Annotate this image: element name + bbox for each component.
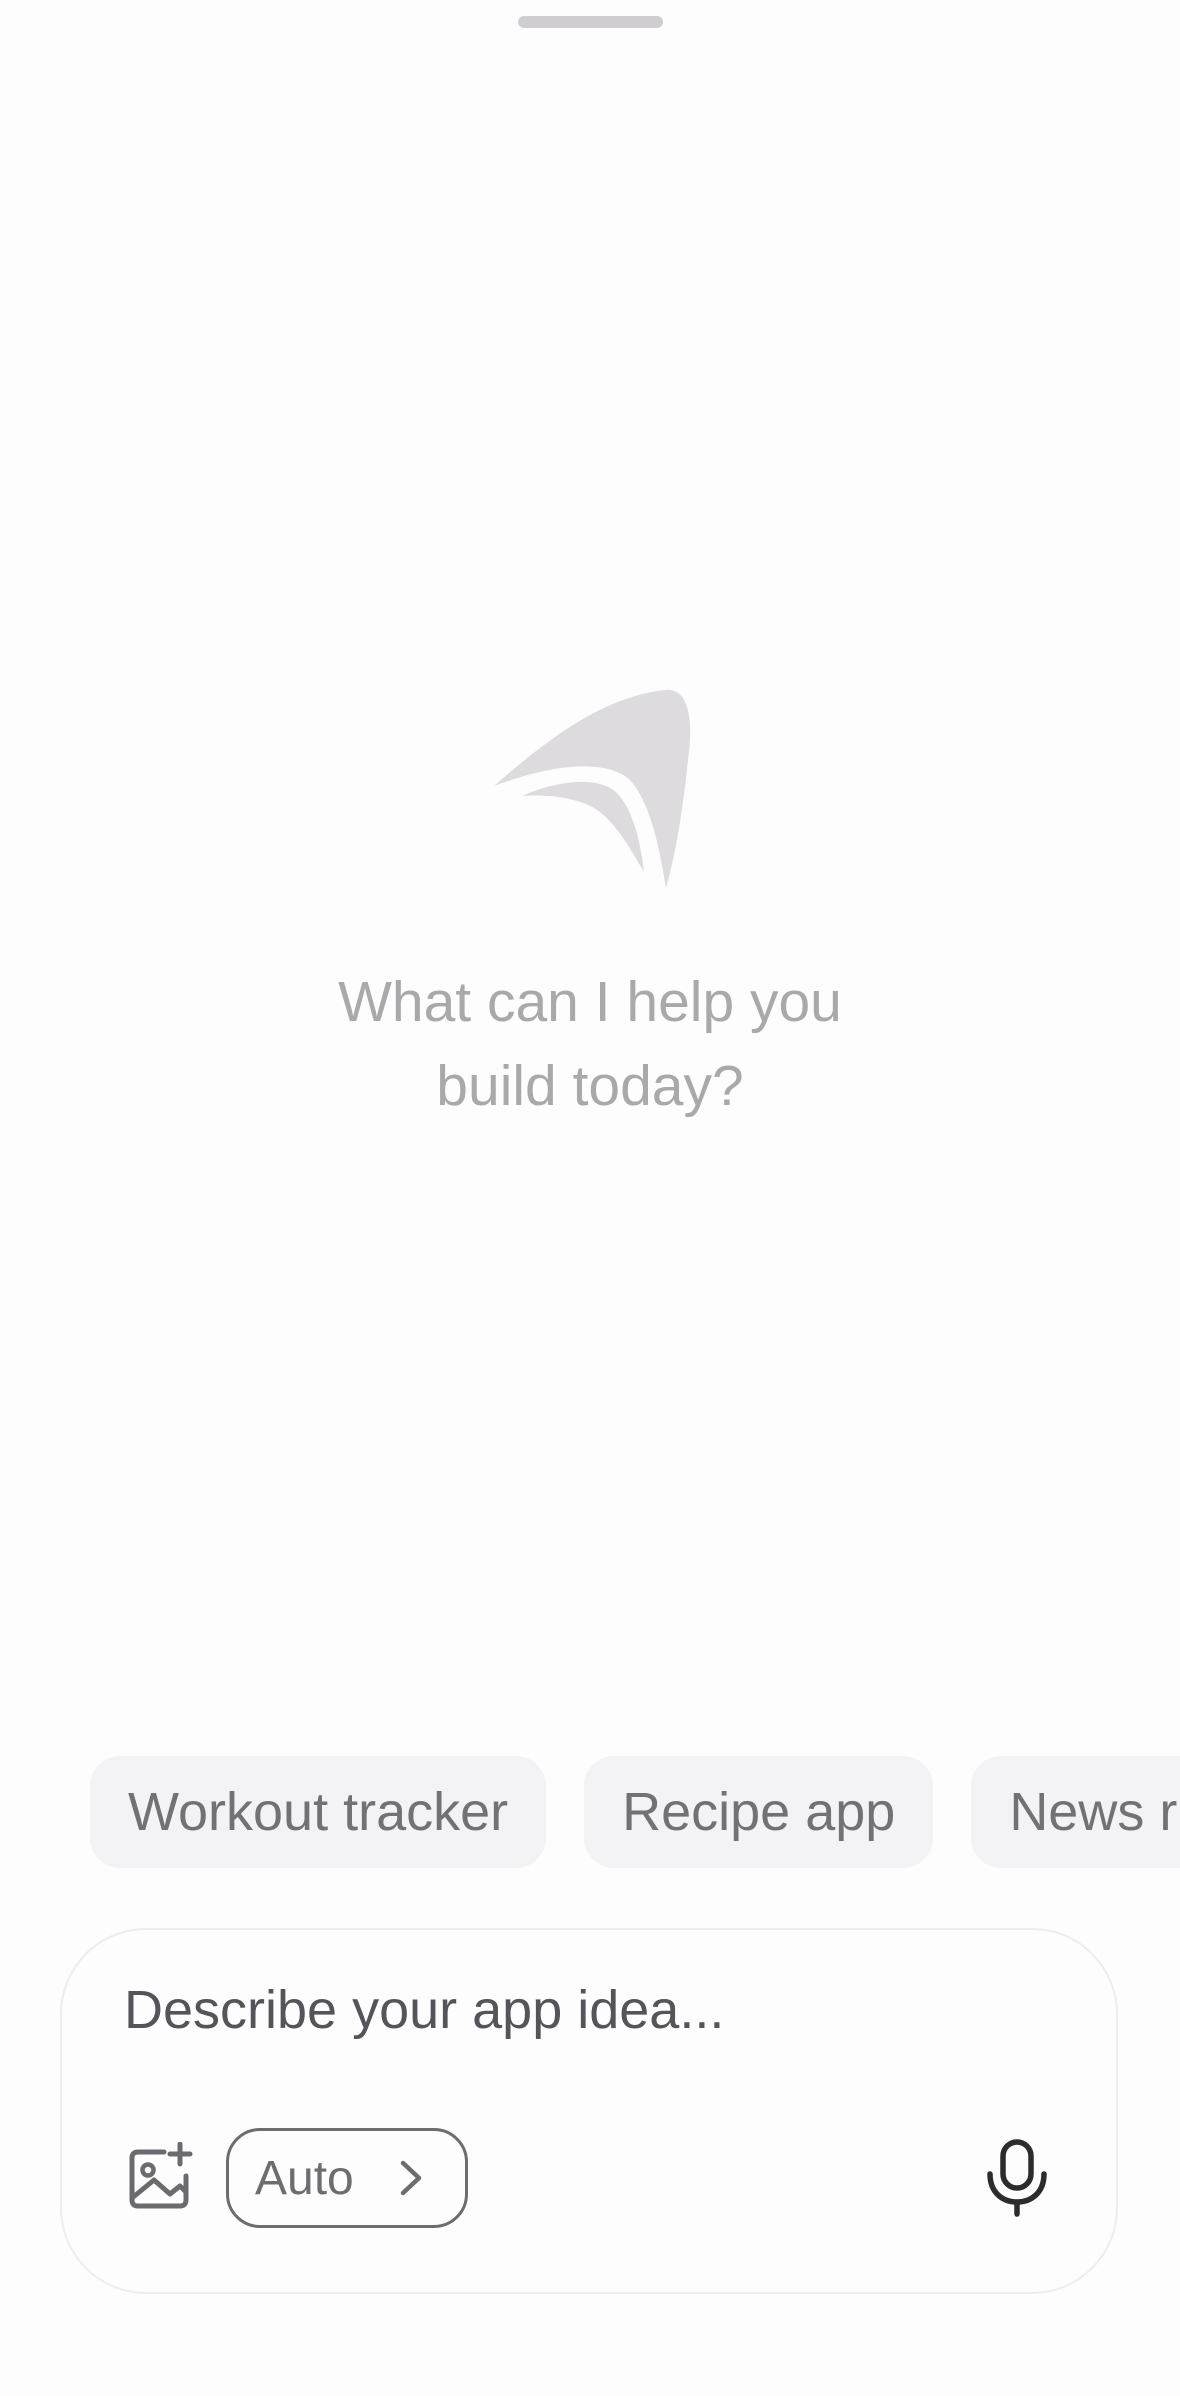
sheet-grabber-handle[interactable] bbox=[518, 16, 663, 28]
suggestion-chips: Workout tracker Recipe app News r bbox=[90, 1756, 1180, 1868]
composer: Auto bbox=[60, 1928, 1118, 2294]
chevron-right-icon bbox=[400, 2160, 422, 2196]
suggestion-chip-recipe-app[interactable]: Recipe app bbox=[584, 1756, 934, 1868]
suggestion-chip-workout-tracker[interactable]: Workout tracker bbox=[90, 1756, 547, 1868]
sail-logo-icon bbox=[494, 689, 691, 888]
app-idea-input[interactable] bbox=[124, 1970, 1024, 2050]
welcome-prompt: What can I help you build today? bbox=[0, 960, 1180, 1128]
image-add-icon[interactable] bbox=[124, 2142, 196, 2214]
app-screen: What can I help you build today? Workout… bbox=[0, 0, 1180, 2396]
model-selector-button[interactable]: Auto bbox=[226, 2128, 468, 2228]
microphone-icon[interactable] bbox=[982, 2138, 1052, 2218]
welcome-prompt-line-2: build today? bbox=[436, 1054, 744, 1118]
model-selector-label: Auto bbox=[255, 2151, 354, 2205]
welcome-prompt-line-1: What can I help you bbox=[338, 970, 842, 1034]
suggestion-chip-news[interactable]: News r bbox=[971, 1756, 1180, 1868]
